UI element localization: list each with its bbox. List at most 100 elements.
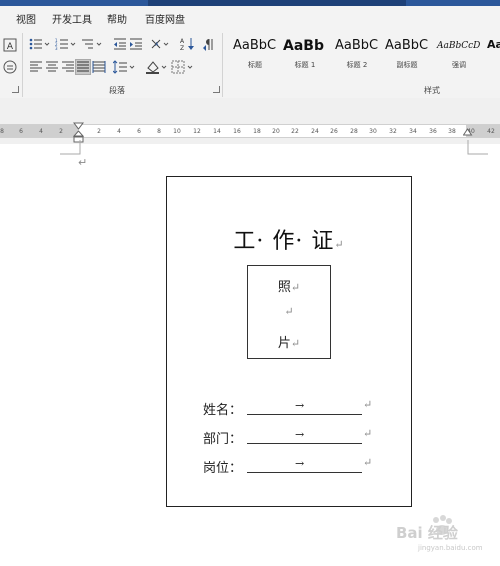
- ruler-tick-label: 2: [97, 128, 101, 135]
- group-separator: [222, 33, 223, 97]
- ruler-tick-label: 34: [409, 128, 417, 135]
- ruler-tick-label: 22: [291, 128, 299, 135]
- paragraph-dialog-launcher-icon[interactable]: [213, 86, 220, 93]
- ruler-tick-label: 32: [389, 128, 397, 135]
- multilevel-list-icon[interactable]: [81, 37, 105, 53]
- photo-line: 片↵: [248, 332, 330, 351]
- watermark-url: jingyan.baidu.com: [418, 544, 483, 552]
- ruler-tick-label: 12: [193, 128, 201, 135]
- paragraph-mark: ↵: [363, 456, 373, 469]
- show-hide-marks-icon[interactable]: [202, 37, 218, 53]
- svg-text:3: 3: [55, 46, 58, 51]
- tab-help[interactable]: 帮助: [107, 11, 127, 26]
- enclose-characters-icon[interactable]: [3, 60, 19, 76]
- style-label: 标题 2: [346, 61, 368, 69]
- paragraph-group-label: 段落: [109, 86, 125, 95]
- ruler-tick-label: 42: [487, 128, 495, 135]
- field-label: 部门：: [203, 432, 243, 447]
- ruler-tick-label: 10: [173, 128, 181, 135]
- line-spacing-icon[interactable]: [113, 60, 137, 76]
- id-card-textbox[interactable]: 工· 作· 证↵ 照↵ ↵ 片↵ 姓名： → ↵ 部门： → ↵ 岗位： → ↵: [166, 176, 412, 507]
- baidu-watermark: Bai 经验 jingyan.baidu.com: [392, 512, 492, 558]
- ruler-tick-label: 6: [19, 128, 23, 135]
- sort-icon[interactable]: AZ: [180, 37, 196, 53]
- numbering-icon[interactable]: 123: [55, 37, 79, 53]
- field-label: 岗位：: [203, 461, 243, 476]
- decrease-indent-icon[interactable]: [113, 37, 129, 53]
- paragraph-mark: ↵: [363, 398, 373, 411]
- margin-crop-mark-right: [467, 140, 488, 155]
- ruler-tick-label: 2: [59, 128, 63, 135]
- ruler-tick-label: 8: [157, 128, 161, 135]
- style-preview: AaB: [487, 38, 500, 51]
- ruler-tick-label: 36: [429, 128, 437, 135]
- tab-arrow: →: [295, 457, 305, 470]
- field-label: 姓名：: [203, 403, 243, 418]
- style-more[interactable]: AaB: [484, 36, 500, 74]
- distributed-icon[interactable]: [92, 60, 108, 76]
- style-subtitle[interactable]: AaBbC 副标题: [382, 36, 432, 74]
- tab-developer[interactable]: 开发工具: [52, 11, 92, 26]
- increase-indent-icon[interactable]: [129, 37, 145, 53]
- style-label: 标题 1: [294, 61, 316, 69]
- style-preview: AaBb: [283, 38, 324, 54]
- photo-char: 片: [277, 336, 291, 351]
- font-dialog-launcher-icon[interactable]: [12, 86, 19, 93]
- style-emphasis[interactable]: AaBbCcD 强调: [434, 36, 484, 74]
- photo-line: ↵: [248, 304, 330, 319]
- paragraph-mark: ↵: [78, 156, 88, 169]
- group-separator: [22, 33, 23, 97]
- align-left-icon[interactable]: [29, 60, 45, 76]
- ruler-tick-label: 28: [350, 128, 358, 135]
- paragraph-mark: ↵: [334, 238, 345, 251]
- style-heading-2[interactable]: AaBbC 标题 2: [332, 36, 382, 74]
- ruler-tick-label: 8: [0, 128, 4, 135]
- style-label: 副标题: [396, 61, 418, 69]
- shading-icon[interactable]: [145, 60, 169, 76]
- ruler-tick-label: 30: [369, 128, 377, 135]
- field-underline: [247, 443, 362, 444]
- ruler-tick-label: 18: [253, 128, 261, 135]
- watermark-text: Bai 经验: [396, 524, 458, 542]
- style-preview: AaBbC: [335, 38, 379, 53]
- tab-baidu-netdisk[interactable]: 百度网盘: [145, 11, 185, 26]
- paragraph-mark: ↵: [284, 305, 294, 318]
- ruler-tick-label: 20: [272, 128, 280, 135]
- style-label: 标题: [248, 61, 262, 69]
- field-underline: [247, 472, 362, 473]
- ruler-tick-label: 4: [39, 128, 43, 135]
- align-center-icon[interactable]: [45, 60, 61, 76]
- chinese-layout-icon[interactable]: A: [150, 37, 172, 53]
- ruler-tick-label: 16: [233, 128, 241, 135]
- bullets-icon[interactable]: [29, 37, 53, 53]
- tab-arrow: →: [295, 428, 305, 441]
- svg-text:Z: Z: [180, 45, 184, 51]
- borders-icon[interactable]: [171, 60, 195, 76]
- tab-view[interactable]: 视图: [16, 11, 36, 26]
- character-border-icon[interactable]: A: [3, 38, 19, 54]
- tab-arrow: →: [295, 399, 305, 412]
- svg-text:A: A: [180, 38, 185, 45]
- style-title[interactable]: AaBbC 标题: [230, 36, 280, 74]
- photo-char: 照: [277, 280, 291, 295]
- style-preview: AaBbC: [385, 38, 429, 53]
- field-underline: [247, 414, 362, 415]
- right-indent-marker[interactable]: [463, 128, 473, 138]
- ruler-tick-label: 4: [117, 128, 121, 135]
- paragraph-mark: ↵: [290, 337, 301, 350]
- paragraph-mark: ↵: [363, 427, 373, 440]
- style-heading-1[interactable]: AaBb 标题 1: [280, 36, 330, 74]
- ruler-tick-label: 38: [448, 128, 456, 135]
- justify-icon[interactable]: [75, 59, 91, 75]
- ribbon-tabs: 视图 开发工具 帮助 百度网盘: [0, 6, 500, 30]
- style-label: 强调: [452, 61, 466, 69]
- svg-text:A: A: [7, 42, 14, 52]
- card-title-text: 工· 作· 证: [233, 229, 335, 254]
- ruler-tick-label: 26: [330, 128, 338, 135]
- photo-box[interactable]: 照↵ ↵ 片↵: [247, 265, 331, 359]
- paragraph-mark: ↵: [290, 281, 301, 294]
- ribbon: A 123 A AZ 段落 AaBbC 标题 AaBb 标题 1 AaBbC 标…: [0, 30, 500, 99]
- ruler-tick-label: 6: [137, 128, 141, 135]
- styles-group-label: 样式: [424, 86, 440, 95]
- style-preview: AaBbCcD: [437, 41, 481, 51]
